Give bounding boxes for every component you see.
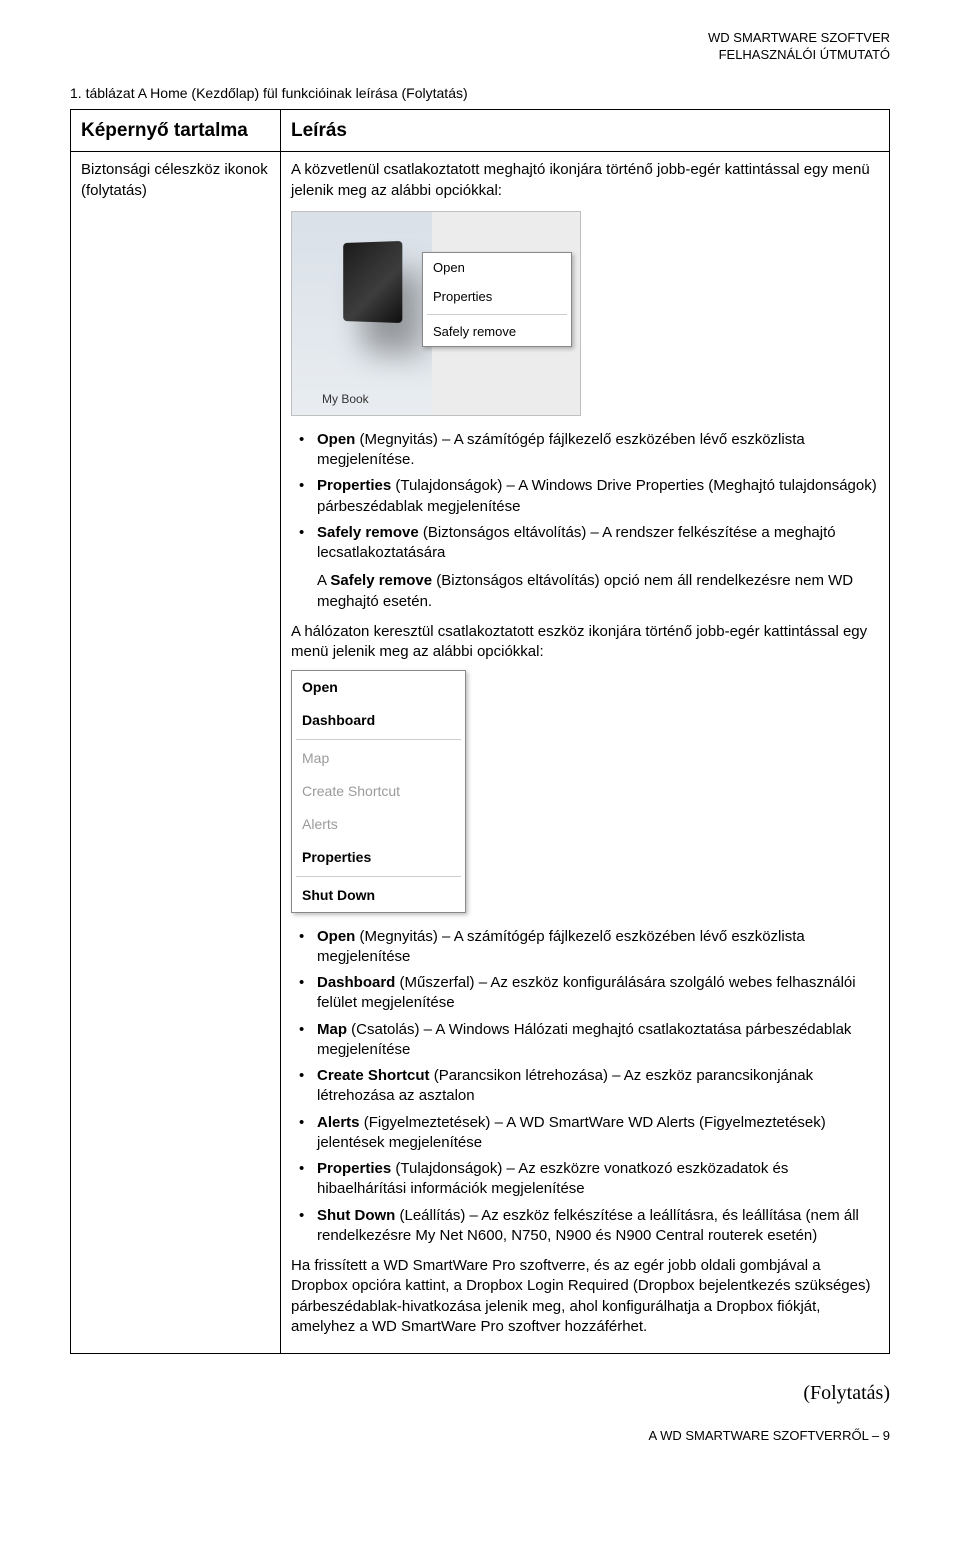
list-item: Map (Csatolás) – A Windows Hálózati megh… [317, 1020, 879, 1061]
footer-page-info: A WD SMARTWARE SZOFTVERRŐL – 9 [70, 1427, 890, 1445]
list-item: Properties (Tulajdonságok) – A Windows D… [317, 476, 879, 517]
menu-item-open[interactable]: Open [292, 671, 465, 704]
layout-table: Képernyő tartalma Leírás Biztonsági céle… [70, 109, 890, 1354]
option-list-1: Open (Megnyitás) – A számítógép fájlkeze… [291, 430, 879, 564]
menu-item-open[interactable]: Open [423, 253, 571, 283]
header-line2: FELHASZNÁLÓI ÚTMUTATÓ [70, 47, 890, 64]
drive-icon [343, 241, 402, 323]
list-item: Shut Down (Leállítás) – Az eszköz felkés… [317, 1206, 879, 1247]
list-item: Safely remove (Biztonságos eltávolítás) … [317, 523, 879, 564]
page-header: WD SMARTWARE SZOFTVER FELHASZNÁLÓI ÚTMUT… [70, 30, 890, 64]
list-item: Open (Megnyitás) – A számítógép fájlkeze… [317, 927, 879, 968]
row-label: Biztonsági céleszköz ikonok (folytatás) [71, 152, 281, 1354]
mid-paragraph: A hálózaton keresztül csatlakoztatott es… [291, 622, 879, 663]
safely-remove-note: A Safely remove (Biztonságos eltávolítás… [291, 571, 879, 612]
list-item: Dashboard (Műszerfal) – Az eszköz konfig… [317, 973, 879, 1014]
header-line1: WD SMARTWARE SZOFTVER [70, 30, 890, 47]
menu-item-safely-remove[interactable]: Safely remove [423, 317, 571, 347]
menu-item-create-shortcut[interactable]: Create Shortcut [292, 775, 465, 808]
col-header-left: Képernyő tartalma [71, 109, 281, 152]
list-item: Properties (Tulajdonságok) – Az eszközre… [317, 1159, 879, 1200]
menu-item-dashboard[interactable]: Dashboard [292, 704, 465, 737]
menu-separator [296, 739, 461, 740]
end-paragraph: Ha frissített a WD SmartWare Pro szoftve… [291, 1256, 879, 1337]
list-item: Alerts (Figyelmeztetések) – A WD SmartWa… [317, 1113, 879, 1154]
col-header-right: Leírás [281, 109, 890, 152]
context-menu-drive: Open Properties Safely remove [422, 252, 572, 348]
menu-separator [427, 314, 567, 315]
context-menu-drive-illustration: My Book Open Properties Safely remove [291, 211, 581, 416]
menu-item-properties[interactable]: Properties [423, 282, 571, 312]
row-description: A közvetlenül csatlakoztatott meghajtó i… [281, 152, 890, 1354]
menu-separator [296, 876, 461, 877]
menu-item-alerts[interactable]: Alerts [292, 808, 465, 841]
drive-label: My Book [322, 391, 369, 407]
menu-item-shut-down[interactable]: Shut Down [292, 879, 465, 912]
footer-continued-row: (Folytatás) [70, 1380, 890, 1407]
intro-paragraph: A közvetlenül csatlakoztatott meghajtó i… [291, 160, 879, 201]
context-menu-network: Open Dashboard Map Create Shortcut Alert… [291, 670, 466, 912]
list-item: Open (Megnyitás) – A számítógép fájlkeze… [317, 430, 879, 471]
drive-thumbnail-bg: My Book [292, 212, 432, 415]
table-caption: 1. táblázat A Home (Kezdőlap) fül funkci… [70, 84, 890, 103]
menu-item-map[interactable]: Map [292, 742, 465, 775]
continued-label: (Folytatás) [803, 1380, 890, 1407]
option-list-2: Open (Megnyitás) – A számítógép fájlkeze… [291, 927, 879, 1247]
list-item: Create Shortcut (Parancsikon létrehozása… [317, 1066, 879, 1107]
menu-item-properties[interactable]: Properties [292, 841, 465, 874]
